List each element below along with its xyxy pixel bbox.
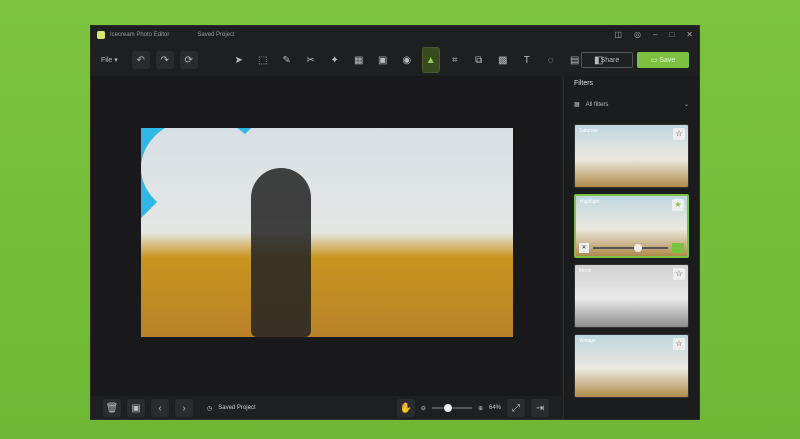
delete-icon[interactable]: 🗑 bbox=[103, 399, 121, 417]
actual-size-icon[interactable]: ⇥ bbox=[531, 399, 549, 417]
project-title: Saved Project bbox=[197, 32, 235, 38]
star-icon[interactable]: ☆ bbox=[673, 338, 685, 350]
close-button[interactable]: ✕ bbox=[686, 30, 693, 39]
zoom-slider[interactable] bbox=[431, 404, 472, 412]
next-icon[interactable]: › bbox=[175, 399, 193, 417]
marquee-tool-icon[interactable]: ⬚ bbox=[254, 51, 272, 69]
chevron-down-icon: ⌄ bbox=[683, 102, 689, 108]
fit-screen-icon[interactable]: ⤢ bbox=[507, 399, 525, 417]
app-title: Icecream Photo Editor bbox=[110, 32, 170, 38]
resize-tool-icon[interactable]: ⧉ bbox=[470, 51, 488, 69]
star-icon[interactable]: ☆ bbox=[673, 268, 685, 280]
undo-icon[interactable]: ↶ bbox=[131, 51, 150, 69]
filter-card[interactable]: Saturate ☆ bbox=[574, 124, 689, 188]
zoom-in-icon[interactable]: ⊕ bbox=[478, 405, 483, 412]
filter-card-selected[interactable]: Highlight ★ ✕ bbox=[574, 194, 689, 258]
maximize-button[interactable]: □ bbox=[669, 30, 674, 39]
filters-panel: Filters ▦ All filters ⌄ Saturate ☆ Highli… bbox=[563, 76, 699, 419]
panel-title: Filters bbox=[574, 80, 594, 87]
apply-icon[interactable] bbox=[672, 243, 684, 253]
star-icon[interactable]: ☆ bbox=[673, 128, 685, 140]
cancel-icon[interactable]: ✕ bbox=[579, 243, 589, 253]
star-filled-icon[interactable]: ★ bbox=[672, 199, 684, 211]
grid-icon: ▦ bbox=[574, 102, 580, 108]
share-button[interactable]: ▯ Share bbox=[581, 52, 633, 68]
image-canvas[interactable] bbox=[91, 76, 561, 396]
zoom-level: 64% bbox=[488, 405, 501, 411]
reset-icon[interactable]: ⟳ bbox=[179, 51, 198, 69]
prev-icon[interactable]: ‹ bbox=[151, 399, 169, 417]
redo-icon[interactable]: ↷ bbox=[155, 51, 174, 69]
color-tool-icon[interactable]: ◌ bbox=[542, 51, 560, 69]
filter-card[interactable]: Vintage ☆ bbox=[574, 334, 689, 398]
save-button[interactable]: ▭ Save bbox=[637, 52, 689, 68]
brush-tool-icon[interactable]: ✎ bbox=[278, 51, 296, 69]
history-icon[interactable]: ◷ bbox=[207, 405, 212, 412]
bottom-bar: 🗑 ▣ ‹ › ◷ Saved Project ✋ ⊖ ⊕ 64% ⤢ ⇥ bbox=[91, 396, 561, 420]
retouch-tool-icon[interactable]: ✦ bbox=[326, 51, 344, 69]
filter-card[interactable]: Mono ☆ bbox=[574, 264, 689, 328]
gallery-icon[interactable]: ▣ bbox=[127, 399, 145, 417]
text-tool-icon[interactable]: T bbox=[518, 51, 536, 69]
gift-icon[interactable]: ◫ bbox=[614, 30, 622, 39]
frame-tool-icon[interactable]: ▣ bbox=[374, 51, 392, 69]
filter-category-select[interactable]: ▦ All filters ⌄ bbox=[564, 91, 699, 118]
zoom-out-icon[interactable]: ⊖ bbox=[421, 405, 426, 412]
title-bar: Icecream Photo Editor Saved Project ◫ ◎ … bbox=[91, 26, 699, 44]
hand-icon[interactable]: ✋ bbox=[396, 399, 415, 417]
app-logo bbox=[97, 31, 105, 39]
edited-photo bbox=[141, 128, 513, 337]
heal-tool-icon[interactable]: ✂ bbox=[302, 51, 320, 69]
filters-tool-icon[interactable]: ▲ bbox=[421, 47, 440, 73]
project-name: Saved Project bbox=[218, 405, 256, 411]
app-window: Icecream Photo Editor Saved Project ◫ ◎ … bbox=[90, 25, 700, 420]
crop-tool-icon[interactable]: ⌗ bbox=[446, 51, 464, 69]
blur-tool-icon[interactable]: ◉ bbox=[398, 51, 416, 69]
watermark-tool-icon[interactable]: ▩ bbox=[494, 51, 512, 69]
file-menu[interactable]: File ▾ bbox=[101, 56, 118, 64]
intensity-slider[interactable] bbox=[593, 244, 668, 252]
collage-tool-icon[interactable]: ▦ bbox=[350, 51, 368, 69]
minimize-button[interactable]: – bbox=[653, 30, 657, 39]
select-tool-icon[interactable]: ➤ bbox=[230, 51, 248, 69]
account-icon[interactable]: ◎ bbox=[634, 30, 641, 39]
